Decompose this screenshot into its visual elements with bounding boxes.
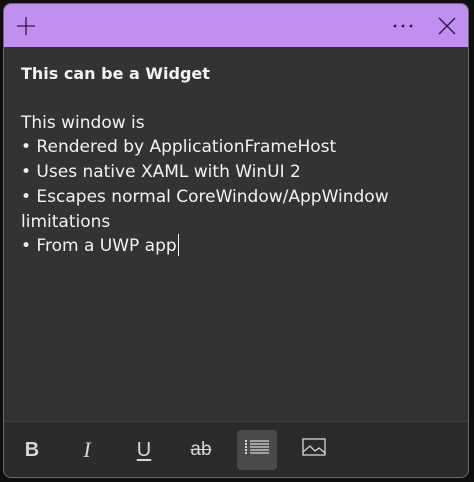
italic-button[interactable]: I [67,430,107,470]
bulleted-list-button[interactable] [237,430,277,470]
title-bar[interactable] [4,4,468,47]
bold-button[interactable]: B [12,430,52,470]
underline-button[interactable]: U [124,430,164,470]
note-line: • Escapes normal CoreWindow/AppWindow [21,186,389,207]
note-title: This can be a Widget [21,64,210,83]
formatting-toolbar: B I U ab [4,422,468,477]
image-icon [302,437,326,463]
note-line: • Rendered by ApplicationFrameHost [21,137,337,158]
insert-image-button[interactable] [294,430,334,470]
plus-icon [16,16,36,36]
more-options-button[interactable] [381,4,425,47]
note-line: • Uses native XAML with WinUI 2 [21,162,301,183]
note-line-last: • From a UWP app [21,234,451,259]
add-note-button[interactable] [4,4,48,47]
note-line: • From a UWP app [21,236,177,257]
note-editor[interactable]: This can be a Widget This window is • Re… [21,62,451,259]
more-horizontal-icon [392,23,414,29]
sticky-note-window: This can be a Widget This window is • Re… [3,3,469,478]
close-icon [438,17,456,35]
bulleted-list-icon [245,438,269,462]
close-button[interactable] [425,4,468,47]
note-line: limitations [21,211,111,232]
text-caret [177,234,179,257]
strikethrough-button[interactable]: ab [181,430,221,470]
note-line: This window is [21,112,145,133]
